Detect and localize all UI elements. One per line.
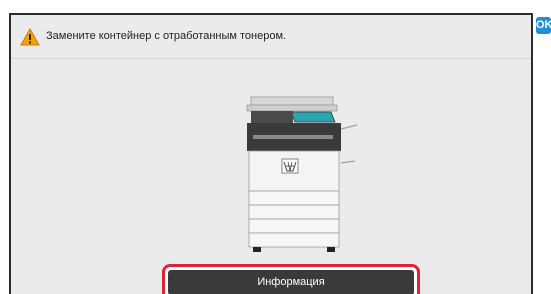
ok-button[interactable]: OK xyxy=(536,17,551,34)
warning-icon xyxy=(20,27,40,46)
alert-header: Замените контейнер с отработанным тонеро… xyxy=(11,15,531,57)
alert-message: Замените контейнер с отработанным тонеро… xyxy=(46,30,287,42)
alert-panel: Замените контейнер с отработанным тонеро… xyxy=(9,13,533,294)
screen: Замените контейнер с отработанным тонеро… xyxy=(0,0,551,294)
header-divider xyxy=(11,58,531,59)
info-button-highlight: Информация xyxy=(162,264,420,294)
printer-illustration xyxy=(235,95,365,255)
info-button[interactable]: Информация xyxy=(168,270,414,294)
